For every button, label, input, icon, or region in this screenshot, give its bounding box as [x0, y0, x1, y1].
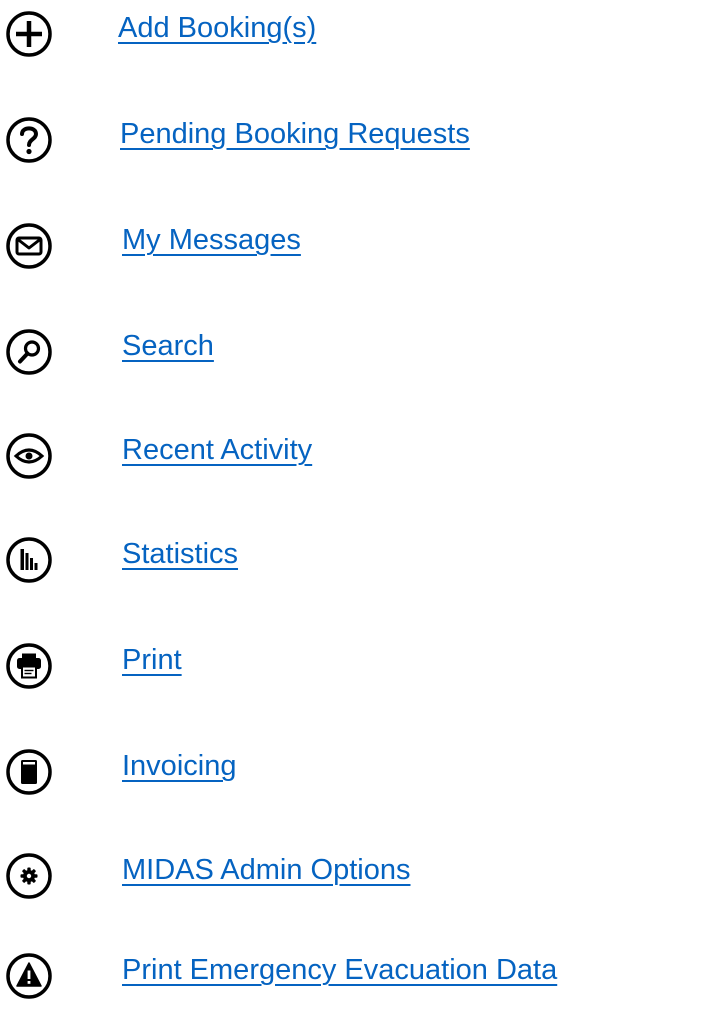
- menu-item-my-messages[interactable]: My Messages: [0, 220, 701, 300]
- menu-link-pending-booking-requests[interactable]: Pending Booking Requests: [120, 114, 470, 154]
- menu-link-recent-activity[interactable]: Recent Activity: [122, 430, 312, 470]
- menu-item-recent-activity[interactable]: Recent Activity: [0, 430, 701, 510]
- question-circle-icon[interactable]: [4, 114, 54, 166]
- menu-link-print-emergency-evacuation-data[interactable]: Print Emergency Evacuation Data: [122, 950, 557, 990]
- menu-link-add-booking[interactable]: Add Booking(s): [118, 8, 316, 48]
- menu-item-print[interactable]: Print: [0, 640, 701, 720]
- menu-link-midas-admin-options[interactable]: MIDAS Admin Options: [122, 850, 411, 890]
- menu-item-pending-booking-requests[interactable]: Pending Booking Requests: [0, 114, 701, 194]
- menu-link-invoicing[interactable]: Invoicing: [122, 746, 236, 786]
- menu-item-statistics[interactable]: Statistics: [0, 534, 701, 614]
- document-circle-icon[interactable]: [4, 746, 54, 798]
- gear-circle-icon[interactable]: [4, 850, 54, 902]
- magnifier-circle-icon[interactable]: [4, 326, 54, 378]
- eye-circle-icon[interactable]: [4, 430, 54, 482]
- bar-chart-circle-icon[interactable]: [4, 534, 54, 586]
- menu-link-my-messages[interactable]: My Messages: [122, 220, 301, 260]
- menu-item-print-emergency-evacuation-data[interactable]: Print Emergency Evacuation Data: [0, 950, 701, 1030]
- plus-circle-icon[interactable]: [4, 8, 54, 60]
- envelope-circle-icon[interactable]: [4, 220, 54, 272]
- menu-item-add-booking[interactable]: Add Booking(s): [0, 8, 701, 88]
- menu-link-search[interactable]: Search: [122, 326, 214, 366]
- menu-link-statistics[interactable]: Statistics: [122, 534, 238, 574]
- menu-item-search[interactable]: Search: [0, 326, 701, 406]
- menu-item-midas-admin-options[interactable]: MIDAS Admin Options: [0, 850, 701, 930]
- printer-circle-icon[interactable]: [4, 640, 54, 692]
- main-menu: Add Booking(s) Pending Booking Requests …: [0, 0, 701, 1013]
- menu-item-invoicing[interactable]: Invoicing: [0, 746, 701, 826]
- warning-circle-icon[interactable]: [4, 950, 54, 1002]
- menu-link-print[interactable]: Print: [122, 640, 182, 680]
